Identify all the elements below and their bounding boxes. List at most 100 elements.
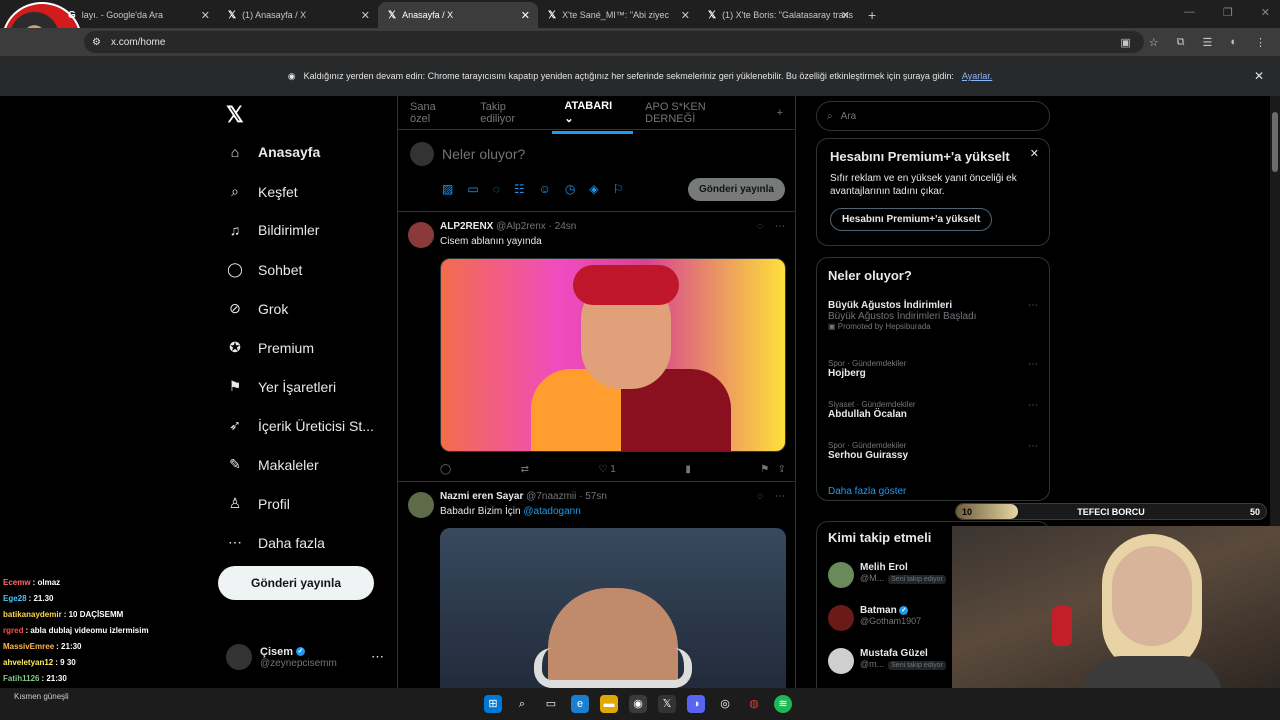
tweet-author[interactable]: ALP2RENX — [440, 221, 493, 232]
add-tab-icon[interactable]: + — [765, 107, 795, 119]
more-icon[interactable]: ⋯ — [1028, 441, 1038, 452]
poll-icon[interactable]: ☷ — [514, 182, 525, 196]
mention-link[interactable]: @atadogann — [523, 506, 580, 517]
nav-home[interactable]: ⌂ Anasayfa — [226, 144, 396, 160]
nav-more[interactable]: ⋯ Daha fazla — [226, 534, 396, 551]
compose-input[interactable]: Neler oluyor? — [442, 146, 525, 162]
more-icon[interactable]: ⋯ — [775, 221, 785, 232]
cast-icon[interactable]: ▣ — [1120, 36, 1130, 49]
tab-atabari[interactable]: ATABARI ⌄ — [552, 100, 634, 134]
edge-icon[interactable]: e — [571, 695, 589, 713]
search-input[interactable]: ⌕ Ara — [816, 101, 1050, 131]
discord-icon[interactable]: ◑ — [687, 695, 705, 713]
close-icon[interactable]: ✕ — [841, 9, 850, 22]
more-icon[interactable]: ⋯ — [1028, 400, 1038, 411]
trend-item[interactable]: Spor · Gündemdekiler Serhou Guirassy ⋯ — [828, 441, 1038, 461]
tab-x-3[interactable]: 𝕏 X'te Sané_MI™: "Abi ziyec ✕ — [538, 2, 698, 28]
nav-chat[interactable]: ◯ Sohbet — [226, 261, 396, 278]
views-icon[interactable]: ▮ — [685, 464, 691, 475]
tweet[interactable]: ALP2RENX @Alp2renx · 24sn Cisem ablanın … — [398, 212, 795, 482]
follow-suggestion[interactable]: Mustafa Güzel @m... Seni takip ediyor — [828, 648, 946, 674]
avatar[interactable] — [408, 492, 434, 518]
nav-notifications[interactable]: ♫ Bildirimler — [226, 222, 396, 238]
close-icon[interactable]: ✕ — [681, 9, 690, 22]
close-icon[interactable]: ✕ — [1030, 147, 1039, 160]
nav-profile[interactable]: ♙ Profil — [226, 495, 396, 512]
tweet-handle[interactable]: @Alp2renx — [496, 221, 546, 232]
profile-icon[interactable]: ◐ — [1230, 36, 1237, 49]
reply-icon[interactable]: ◯ — [440, 464, 451, 475]
more-icon[interactable]: ⋯ — [371, 649, 384, 665]
spotify-icon[interactable]: ≋ — [774, 695, 792, 713]
show-more-link[interactable]: Daha fazla göster — [828, 486, 906, 497]
settings-link[interactable]: Ayarlar. — [962, 71, 992, 81]
more-icon[interactable]: ⋯ — [1028, 300, 1038, 311]
folder-icon[interactable]: ▬ — [600, 695, 618, 713]
tab-google[interactable]: Glayı. - Google'da Ara ✕ — [58, 2, 218, 28]
retweet-icon[interactable]: ⇄ — [521, 464, 529, 475]
trend-item[interactable]: Siyaset · Gündemdekiler Abdullah Öcalan … — [828, 400, 1038, 420]
close-icon[interactable]: ✕ — [1254, 69, 1264, 83]
post-button[interactable]: Gönderi yayınla — [218, 566, 374, 600]
tweet-media[interactable] — [440, 258, 786, 452]
search-icon[interactable]: ⌕ — [513, 695, 531, 713]
close-icon[interactable]: ✕ — [201, 9, 210, 22]
nav-premium[interactable]: ✪ Premium — [226, 339, 396, 356]
more-icon[interactable]: ⋯ — [775, 491, 785, 502]
tab-following[interactable]: Takip ediliyor — [468, 101, 552, 125]
tweet-author[interactable]: Nazmi eren Sayar — [440, 491, 523, 502]
emoji-icon[interactable]: ☺ — [539, 182, 551, 196]
menu-icon[interactable]: ⋮ — [1255, 36, 1266, 49]
tab-x-1[interactable]: 𝕏 (1) Anasayfa / X ✕ — [218, 2, 378, 28]
compose-post-button[interactable]: Gönderi yayınla — [687, 178, 785, 201]
trend-item[interactable]: Büyük Ağustos İndirimleri Büyük Ağustos … — [828, 300, 1038, 331]
image-icon[interactable]: ▨ — [442, 182, 453, 196]
tab-x-4[interactable]: 𝕏 (1) X'te Boris: "Galatasaray trans ✕ — [698, 2, 858, 28]
sidebar-icon[interactable]: ☰ — [1202, 36, 1212, 49]
nav-explore[interactable]: ⌕ Keşfet — [226, 183, 396, 200]
tweet-handle[interactable]: @7naazmii — [526, 491, 576, 502]
tweet-media[interactable] — [440, 528, 786, 696]
follow-suggestion[interactable]: Melih Erol @M... Seni takip ediyor — [828, 562, 946, 588]
minimize-icon[interactable]: — — [1184, 6, 1195, 19]
grok-icon[interactable]: ◌ — [757, 491, 763, 502]
weather-widget[interactable]: Kısmen güneşli — [14, 692, 69, 701]
more-icon[interactable]: ⋯ — [1028, 359, 1038, 370]
steam-icon[interactable]: ◎ — [716, 695, 734, 713]
x-app-icon[interactable]: 𝕏 — [658, 695, 676, 713]
account-switcher[interactable]: Çisem ✓ @zeynepcisemm ⋯ — [226, 644, 396, 670]
maximize-icon[interactable]: ❐ — [1223, 6, 1233, 19]
scrollbar-thumb[interactable] — [1272, 112, 1278, 172]
tab-for-you[interactable]: Sana özel — [398, 101, 468, 125]
address-bar[interactable]: ⚙ x.com/home — [84, 31, 1144, 53]
start-icon[interactable]: ⊞ — [484, 695, 502, 713]
grok-icon[interactable]: ◌ — [493, 182, 500, 196]
follow-suggestion[interactable]: Batman ✓ @Gotham1907 — [828, 605, 921, 631]
tab-x-active[interactable]: 𝕏 Anasayfa / X ✕ — [378, 2, 538, 28]
nav-bookmarks[interactable]: ⚑ Yer İşaretleri — [226, 378, 396, 395]
share-icon[interactable]: ⇪ — [778, 464, 786, 475]
flag-icon[interactable]: ⚐ — [613, 182, 624, 196]
extensions-icon[interactable]: ⧉ — [1177, 36, 1185, 49]
nav-grok[interactable]: ⊘ Grok — [226, 300, 396, 317]
tab-list[interactable]: APO S*KEN DERNEĞİ — [633, 101, 764, 125]
trend-item[interactable]: Spor · Gündemdekiler Hojberg ⋯ — [828, 359, 1038, 379]
like-button[interactable]: ♡ 1 — [599, 464, 616, 475]
new-tab-button[interactable]: + — [858, 2, 886, 28]
location-icon[interactable]: ◈ — [589, 182, 598, 196]
gif-icon[interactable]: ▭ — [467, 182, 478, 196]
site-info-icon[interactable]: ⚙ — [92, 37, 101, 48]
schedule-icon[interactable]: ◷ — [565, 182, 575, 196]
star-icon[interactable]: ☆ — [1149, 36, 1159, 49]
close-icon[interactable]: ✕ — [361, 9, 370, 22]
nav-creator-studio[interactable]: ➶ İçerik Üreticisi St... — [226, 417, 396, 434]
close-icon[interactable]: ✕ — [521, 9, 530, 22]
premium-upgrade-button[interactable]: Hesabını Premium+'a yükselt — [830, 208, 993, 231]
obs-icon[interactable]: ◍ — [745, 695, 763, 713]
close-window-icon[interactable]: ✕ — [1261, 6, 1270, 19]
grok-icon[interactable]: ◌ — [757, 221, 763, 232]
nav-articles[interactable]: ✎ Makaleler — [226, 456, 396, 473]
task-view-icon[interactable]: ▭ — [542, 695, 560, 713]
bookmark-icon[interactable]: ⚑ — [760, 464, 769, 475]
avatar[interactable] — [408, 222, 434, 248]
